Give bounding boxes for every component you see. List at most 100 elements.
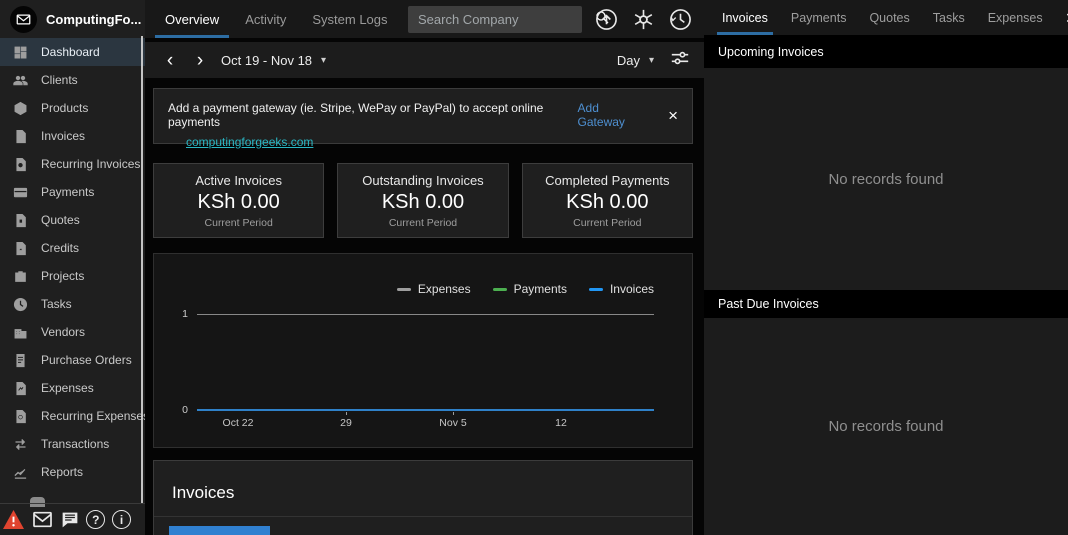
payment-gateway-banner: Add a payment gateway (ie. Stripe, WePay…: [153, 88, 693, 149]
sidebar-item-credits[interactable]: Credits: [0, 234, 145, 262]
search-input[interactable]: [418, 11, 594, 27]
rp-tab-payments[interactable]: Payments: [791, 0, 847, 35]
reports-icon: [13, 465, 28, 480]
sidebar-item-dashboard[interactable]: Dashboard: [0, 38, 145, 66]
projects-icon: [13, 269, 28, 284]
sidebar-item-quotes[interactable]: Quotes: [0, 206, 145, 234]
sidebar: ComputingFo... ▾ Dashboard Clients Produ…: [0, 0, 156, 535]
legend-payments[interactable]: Payments: [492, 282, 567, 296]
invoices-dash-icon: [588, 287, 603, 291]
settings-sliders-icon[interactable]: [670, 49, 690, 72]
stat-cards: Active Invoices KSh 0.00 Current Period …: [153, 163, 693, 238]
company-name: ComputingFo...: [46, 11, 142, 27]
info-icon[interactable]: i: [112, 510, 131, 529]
stat-card-completed-payments: Completed Payments KSh 0.00 Current Peri…: [521, 163, 693, 238]
right-panel: Invoices Payments Quotes Tasks Expenses …: [704, 0, 1068, 535]
warning-icon[interactable]: [2, 509, 25, 530]
caret-down-icon[interactable]: ▾: [321, 55, 326, 66]
payments-icon: [13, 185, 28, 200]
upcoming-invoices-body: No records found: [704, 68, 1068, 290]
right-panel-tabbar: Invoices Payments Quotes Tasks Expenses …: [704, 0, 1068, 35]
sidebar-item-recurring-invoices[interactable]: Recurring Invoices: [0, 150, 145, 178]
payments-dash-icon: [492, 287, 507, 291]
email-icon[interactable]: [32, 511, 53, 528]
expenses-dash-icon: [396, 287, 411, 291]
sidebar-item-projects[interactable]: Projects: [0, 262, 145, 290]
prev-period-button[interactable]: ‹: [161, 51, 179, 70]
banner-message: Add a payment gateway (ie. Stripe, WePay…: [168, 101, 544, 129]
flower-icon[interactable]: [632, 8, 655, 31]
stat-card-active-invoices: Active Invoices KSh 0.00 Current Period: [153, 163, 325, 238]
caret-down-icon[interactable]: ▾: [649, 55, 654, 66]
date-range[interactable]: Oct 19 - Nov 18: [221, 53, 312, 68]
y-axis-tick-0: 0: [182, 404, 188, 416]
legend-invoices[interactable]: Invoices: [588, 282, 654, 296]
main-area: Overview Activity System Logs ‹ › Oct 19…: [145, 0, 704, 535]
dashboard-app: ComputingFo... ▾ Dashboard Clients Produ…: [0, 0, 1068, 535]
x-tick-mark: [346, 412, 347, 415]
sidebar-item-expenses[interactable]: Expenses: [0, 374, 145, 402]
company-selector[interactable]: ComputingFo... ▾: [0, 0, 156, 38]
next-period-button[interactable]: ›: [191, 51, 209, 70]
x-tick-mark: [453, 412, 454, 415]
company-logo-icon: [10, 5, 37, 33]
expenses-icon: [13, 381, 28, 396]
x-axis-tick: Nov 5: [439, 417, 467, 429]
legend-expenses[interactable]: Expenses: [396, 282, 471, 296]
invoices-section: Invoices Active Outstanding: [153, 460, 693, 535]
tab-overview[interactable]: Overview: [154, 0, 230, 38]
add-gateway-link[interactable]: Add Gateway: [578, 101, 647, 129]
rp-tab-quotes[interactable]: Quotes: [869, 0, 909, 35]
vendors-icon: [13, 325, 28, 340]
gridline-top: [197, 314, 654, 315]
y-axis-tick-1: 1: [182, 308, 188, 320]
products-icon: [13, 101, 28, 116]
tab-activity[interactable]: Activity: [239, 0, 292, 38]
empty-state-text: No records found: [828, 170, 944, 188]
dashboard-content: Add a payment gateway (ie. Stripe, WePay…: [145, 88, 704, 535]
history-icon[interactable]: [669, 8, 692, 31]
sidebar-scrollbar[interactable]: [141, 36, 143, 504]
rp-tab-tasks[interactable]: Tasks: [933, 0, 965, 35]
sidebar-item-payments[interactable]: Payments: [0, 178, 145, 206]
sidebar-item-clients[interactable]: Clients: [0, 66, 145, 94]
sidebar-item-products[interactable]: Products: [0, 94, 145, 122]
main-tabbar: Overview Activity System Logs: [145, 0, 704, 38]
credits-icon: [13, 241, 28, 256]
topbar-action-icons: [595, 8, 692, 31]
search-company-box[interactable]: [408, 5, 609, 33]
chat-icon[interactable]: [60, 511, 80, 529]
invoices-icon: [13, 129, 28, 144]
help-icon[interactable]: ?: [86, 510, 106, 529]
sidebar-item-recurring-expenses[interactable]: Recurring Expenses: [0, 402, 149, 430]
past-due-invoices-body: No records found: [704, 318, 1068, 535]
sidebar-nav: Dashboard Clients Products Invoices Recu…: [0, 38, 149, 486]
sidebar-item-vendors[interactable]: Vendors: [0, 318, 145, 346]
sidebar-item-invoices[interactable]: Invoices: [0, 122, 145, 150]
tab-system-logs[interactable]: System Logs: [306, 0, 393, 38]
upcoming-invoices-header: Upcoming Invoices: [704, 35, 1068, 68]
invoices-section-title: Invoices: [172, 483, 235, 502]
banner-close-icon[interactable]: ×: [668, 107, 678, 124]
stat-card-outstanding-invoices: Outstanding Invoices KSh 0.00 Current Pe…: [337, 163, 509, 238]
purchase-orders-icon: [13, 353, 28, 368]
recurring-invoices-icon: [13, 157, 28, 172]
company-website-link[interactable]: computingforgeeks.com: [186, 135, 313, 149]
tab-active-invoices[interactable]: Active: [169, 526, 270, 535]
invoices-line: [197, 409, 654, 411]
upload-circle-icon[interactable]: [595, 8, 618, 31]
sidebar-item-reports[interactable]: Reports: [0, 458, 145, 486]
rp-tab-expenses[interactable]: Expenses: [988, 0, 1043, 35]
rp-tab-invoices[interactable]: Invoices: [717, 0, 773, 35]
sidebar-item-tasks[interactable]: Tasks: [0, 290, 145, 318]
x-axis-tick: 29: [340, 417, 352, 429]
sidebar-item-purchase-orders[interactable]: Purchase Orders: [0, 346, 145, 374]
x-axis-tick: Oct 22: [222, 417, 254, 429]
datebar: ‹ › Oct 19 - Nov 18 ▾ Day ▾: [145, 42, 704, 78]
tasks-icon: [13, 297, 28, 312]
past-due-invoices-header: Past Due Invoices: [704, 290, 1068, 318]
recurring-expenses-icon: [13, 409, 28, 424]
sidebar-item-transactions[interactable]: Transactions: [0, 430, 145, 458]
x-axis-tick: 12: [555, 417, 567, 429]
interval-select[interactable]: Day: [617, 53, 640, 68]
